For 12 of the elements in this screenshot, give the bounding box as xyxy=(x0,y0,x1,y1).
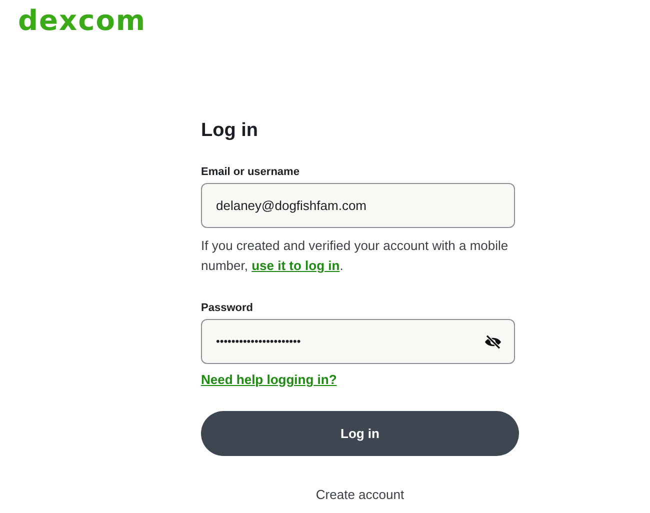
eye-slash-icon[interactable] xyxy=(484,334,502,348)
field-label: Email or username xyxy=(201,165,300,179)
dexcom-logo: dexcom xyxy=(18,4,146,38)
use-it-link[interactable]: use it to log in xyxy=(252,258,340,273)
create-account-link[interactable]: Create account xyxy=(316,487,404,502)
login-button[interactable]: Log in xyxy=(201,411,519,456)
page-title: Log in xyxy=(201,119,258,143)
help-link[interactable]: Need help logging in? xyxy=(201,372,337,387)
hint-text: If you created and verified your account with a mobile number, use it to log in. xyxy=(201,237,510,275)
password-field[interactable]: •••••••••••••••••••••• xyxy=(201,319,515,364)
email-field[interactable]: delaney@dogfishfam.com xyxy=(201,183,515,228)
field-label: Password xyxy=(201,301,253,315)
